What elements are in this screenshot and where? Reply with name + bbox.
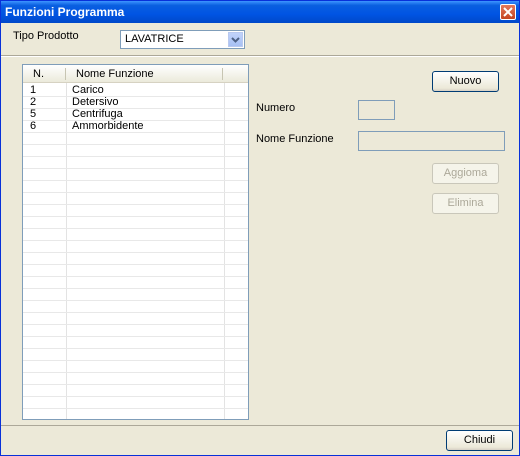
table-row[interactable] [23,265,248,277]
new-button[interactable]: Nuovo [432,71,499,92]
header-separator [1,55,519,57]
table-row[interactable] [23,229,248,241]
table-row[interactable] [23,301,248,313]
window-title: Funzioni Programma [5,5,125,19]
row-number: 2 [30,96,37,108]
title-bar[interactable]: Funzioni Programma [1,1,519,23]
column-divider[interactable] [222,68,223,80]
table-row[interactable] [23,205,248,217]
numero-field[interactable] [358,100,395,120]
table-row[interactable] [23,217,248,229]
table-row[interactable] [23,289,248,301]
table-row[interactable] [23,409,248,419]
column-divider[interactable] [65,68,66,80]
functions-list[interactable]: N. Nome Funzione 1 Carico 2 Detersivo 5 Centr… [22,64,249,420]
table-row[interactable] [23,193,248,205]
chevron-down-icon[interactable] [228,32,243,47]
table-row[interactable] [23,313,248,325]
close-icon[interactable] [500,4,516,20]
table-row[interactable] [23,253,248,265]
table-row[interactable]: 2 Detersivo [23,97,248,109]
product-type-select[interactable]: LAVATRICE [120,30,245,49]
table-row[interactable] [23,325,248,337]
row-function-name: Carico [72,84,104,96]
column-header-number[interactable]: N. [33,68,44,80]
table-row[interactable] [23,145,248,157]
row-function-name: Detersivo [72,96,119,108]
row-number: 6 [30,120,37,132]
table-row[interactable] [23,349,248,361]
row-number: 5 [30,108,37,120]
row-number: 1 [30,84,37,96]
table-row[interactable] [23,277,248,289]
column-header-name[interactable]: Nome Funzione [76,68,154,80]
table-row[interactable] [23,157,248,169]
product-type-label: Tipo Prodotto [13,30,79,42]
delete-button[interactable]: Elimina [432,193,499,214]
table-row[interactable] [23,397,248,409]
row-function-name: Ammorbidente [72,120,144,132]
table-row[interactable] [23,373,248,385]
update-button[interactable]: Aggioma [432,163,499,184]
close-button[interactable]: Chiudi [446,430,513,451]
table-row[interactable]: 6 Ammorbidente [23,121,248,133]
table-row[interactable] [23,361,248,373]
nome-funzione-label: Nome Funzione [256,133,334,145]
footer-separator [1,425,519,426]
nome-funzione-field[interactable] [358,131,505,151]
table-row[interactable] [23,181,248,193]
list-header: N. Nome Funzione [23,65,248,83]
table-row[interactable] [23,133,248,145]
table-row[interactable] [23,241,248,253]
dialog-window: Funzioni Programma Tipo Prodotto LAVATRI… [0,0,520,456]
row-function-name: Centrifuga [72,108,123,120]
product-type-value: LAVATRICE [125,33,184,45]
numero-label: Numero [256,102,296,114]
table-row[interactable] [23,169,248,181]
table-row[interactable] [23,385,248,397]
table-row[interactable] [23,337,248,349]
table-row[interactable]: 1 Carico [23,85,248,97]
